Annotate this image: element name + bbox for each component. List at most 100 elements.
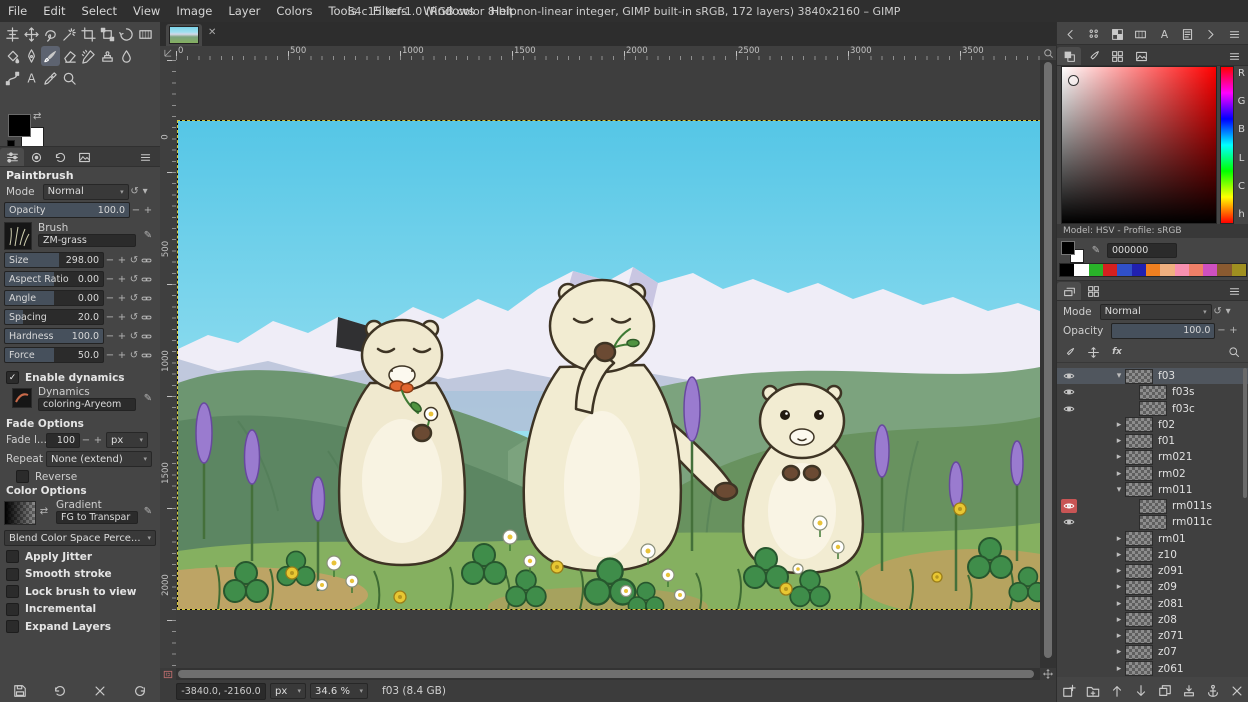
palette-swatch[interactable] bbox=[1160, 264, 1174, 276]
fade-unit-dropdown[interactable]: px▾ bbox=[106, 432, 148, 448]
lock-position-icon[interactable] bbox=[1081, 343, 1105, 361]
layer-visibility-icon[interactable] bbox=[1061, 385, 1077, 399]
layer-row-f02[interactable]: ▸f02 bbox=[1057, 417, 1248, 433]
menu-image[interactable]: Image bbox=[168, 0, 220, 22]
increase-icon[interactable]: + bbox=[116, 347, 128, 363]
menu-edit[interactable]: Edit bbox=[35, 0, 73, 22]
channel-L[interactable]: L bbox=[1235, 153, 1248, 164]
palette-swatch[interactable] bbox=[1232, 264, 1246, 276]
reverse-checkbox[interactable] bbox=[16, 470, 29, 483]
dynamics-name-field[interactable]: coloring-Aryeom bbox=[38, 398, 136, 411]
fuzzy-select-tool[interactable] bbox=[60, 24, 79, 44]
layer-visibility-icon[interactable] bbox=[1061, 450, 1077, 464]
layer-visibility-icon[interactable] bbox=[1061, 532, 1077, 546]
reset-tool-button[interactable] bbox=[130, 682, 150, 700]
menu-view[interactable]: View bbox=[125, 0, 168, 22]
blend-space-dropdown[interactable]: Blend Color Space Perce...▾ bbox=[4, 530, 156, 546]
undo-history-tab[interactable] bbox=[48, 148, 72, 166]
layer-expander-icon[interactable]: ▸ bbox=[1113, 664, 1125, 674]
layer-row-f03[interactable]: ▾f03 bbox=[1057, 368, 1248, 384]
tab-configure-icon[interactable] bbox=[1222, 47, 1246, 65]
fg-bg-mini-widget[interactable] bbox=[1061, 241, 1087, 261]
layer-row-rm011c[interactable]: rm011c bbox=[1057, 514, 1248, 530]
layer-visibility-icon[interactable] bbox=[1061, 645, 1077, 659]
layer-effects-icon[interactable]: fx bbox=[1105, 343, 1129, 361]
palette-swatch[interactable] bbox=[1103, 264, 1117, 276]
gradient-edit-icon[interactable]: ✎ bbox=[142, 503, 154, 519]
palette-swatch[interactable] bbox=[1189, 264, 1203, 276]
layer-visibility-icon[interactable] bbox=[1061, 629, 1077, 643]
decrease-icon[interactable]: − bbox=[104, 290, 116, 306]
palette-swatch[interactable] bbox=[1203, 264, 1217, 276]
brush-thumbnail[interactable] bbox=[4, 222, 32, 250]
smooth-stroke-checkbox[interactable] bbox=[6, 568, 19, 581]
palette-swatch[interactable] bbox=[1117, 264, 1131, 276]
color-edit-icon[interactable]: ✎ bbox=[1089, 243, 1103, 258]
spacing-slider[interactable]: Spacing20.0 bbox=[4, 309, 104, 325]
fade-decrease-icon[interactable]: − bbox=[80, 432, 92, 448]
apply-jitter-checkbox[interactable] bbox=[6, 550, 19, 563]
lock-brush-to-view-row[interactable]: Lock brush to view bbox=[6, 585, 136, 598]
anchor-layer-button[interactable] bbox=[1203, 682, 1223, 700]
reverse-row[interactable]: Reverse bbox=[16, 470, 77, 483]
brush-name-field[interactable]: ZM-grass bbox=[38, 234, 136, 247]
document-history-tab[interactable] bbox=[1176, 25, 1199, 43]
incremental-row[interactable]: Incremental bbox=[6, 603, 96, 616]
increase-icon[interactable]: + bbox=[116, 290, 128, 306]
decrease-icon[interactable]: − bbox=[104, 328, 116, 344]
palette-swatch[interactable] bbox=[1060, 264, 1074, 276]
layer-visibility-icon[interactable] bbox=[1061, 369, 1077, 383]
layer-expander-icon[interactable]: ▸ bbox=[1113, 599, 1125, 609]
layer-expander-icon[interactable]: ▾ bbox=[1113, 371, 1125, 381]
layer-row-z071[interactable]: ▸z071 bbox=[1057, 628, 1248, 644]
paintbrush-tool[interactable] bbox=[41, 46, 60, 66]
layer-row-f01[interactable]: ▸f01 bbox=[1057, 433, 1248, 449]
horizontal-ruler[interactable]: 0500100015002000250030003500 bbox=[176, 46, 1040, 61]
clone-tool[interactable] bbox=[98, 46, 117, 66]
gradient-thumbnail[interactable] bbox=[4, 501, 36, 525]
layer-visibility-icon[interactable] bbox=[1061, 662, 1077, 676]
layer-row-z09[interactable]: ▸z09 bbox=[1057, 579, 1248, 595]
link-brush-icon[interactable] bbox=[140, 328, 152, 344]
reset-icon[interactable]: ↺ bbox=[128, 309, 140, 325]
palettes-tab[interactable] bbox=[1105, 47, 1129, 65]
move-tool[interactable] bbox=[22, 24, 41, 44]
layer-row-rm01[interactable]: ▸rm01 bbox=[1057, 531, 1248, 547]
vertical-scrollbar-thumb[interactable] bbox=[1044, 62, 1052, 658]
palette-swatch[interactable] bbox=[1089, 264, 1103, 276]
dynamics-chooser[interactable]: Dynamics coloring-Aryeom ✎ bbox=[0, 386, 160, 414]
layer-mode-reset-icon[interactable]: ↺ bbox=[1212, 304, 1224, 320]
layer-row-rm02[interactable]: ▸rm02 bbox=[1057, 466, 1248, 482]
gradient-name-field[interactable]: FG to Transpar bbox=[56, 511, 138, 524]
brush-editor-tab[interactable] bbox=[1081, 47, 1105, 65]
layer-expander-icon[interactable]: ▸ bbox=[1113, 452, 1125, 462]
layer-row-f03c[interactable]: f03c bbox=[1057, 401, 1248, 417]
lock-brush-to-view-checkbox[interactable] bbox=[6, 585, 19, 598]
layer-mode-dropdown[interactable]: Normal▾ bbox=[1100, 304, 1212, 320]
merge-layer-button[interactable] bbox=[1179, 682, 1199, 700]
expand-layers-row[interactable]: Expand Layers bbox=[6, 620, 111, 633]
layer-expander-icon[interactable]: ▸ bbox=[1113, 582, 1125, 592]
layer-expander-icon[interactable]: ▸ bbox=[1113, 550, 1125, 560]
foreground-color-swatch[interactable] bbox=[8, 114, 31, 137]
layer-visibility-icon[interactable] bbox=[1061, 402, 1077, 416]
delete-layer-button[interactable] bbox=[1227, 682, 1247, 700]
unit-dropdown[interactable]: px▾ bbox=[270, 683, 306, 699]
unified-transform-tool[interactable] bbox=[98, 24, 117, 44]
dock-pin-icon[interactable] bbox=[1223, 25, 1246, 43]
layer-expander-icon[interactable]: ▸ bbox=[1113, 631, 1125, 641]
airbrush-tool[interactable] bbox=[79, 46, 98, 66]
channel-B[interactable]: B bbox=[1235, 124, 1248, 135]
channel-h[interactable]: h bbox=[1235, 209, 1248, 220]
opacity-decrease-icon[interactable]: − bbox=[130, 202, 142, 218]
layer-opacity-decrease-icon[interactable]: − bbox=[1215, 323, 1227, 339]
vertical-scrollbar[interactable] bbox=[1040, 60, 1056, 668]
enable-dynamics-checkbox[interactable]: ✓ bbox=[6, 371, 19, 384]
delete-preset-button[interactable] bbox=[90, 682, 110, 700]
images-tab[interactable] bbox=[72, 148, 96, 166]
tool-options-tab[interactable] bbox=[0, 148, 24, 166]
channels-tab[interactable] bbox=[1081, 282, 1105, 300]
layer-row-rm011s[interactable]: rm011s bbox=[1057, 498, 1248, 514]
menu-layer[interactable]: Layer bbox=[220, 0, 268, 22]
eraser-tool[interactable] bbox=[60, 46, 79, 66]
